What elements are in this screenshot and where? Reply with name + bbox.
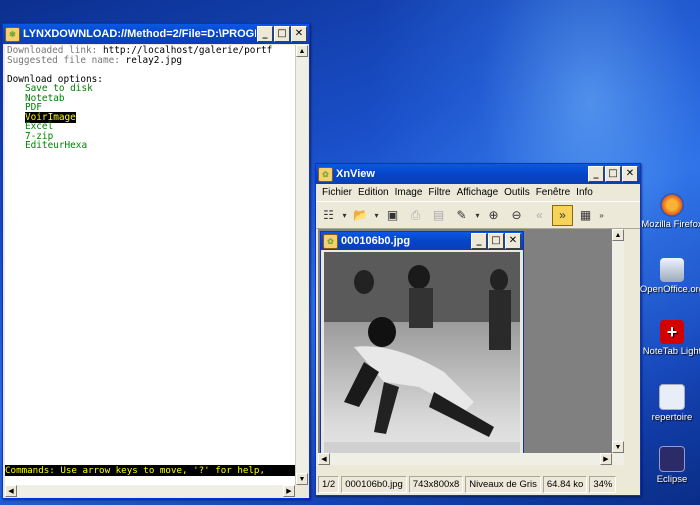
maximize-button[interactable]: □ [274,26,290,42]
scroll-down-icon[interactable]: ▼ [612,441,624,453]
option-notetab[interactable]: Notetab [7,93,293,104]
suggested-name-label: Suggested file name: [7,54,120,66]
eclipse-icon [659,446,685,472]
scroll-left-icon[interactable]: ◀ [5,485,17,497]
fullscreen-icon[interactable]: ▣ [382,205,403,226]
adjust-icon[interactable]: ✎ [451,205,472,226]
maximize-button[interactable]: □ [605,166,621,182]
lynx-app-icon: ✱ [5,26,20,42]
minimize-button[interactable]: _ [471,233,487,249]
scroll-right-icon[interactable]: ▶ [600,453,612,465]
xnview-statusbar: 1/2 000106b0.jpg 743x800x8 Niveaux de Gr… [318,476,636,493]
image-child-window: ✿ 000106b0.jpg _ □ ✕ [320,231,524,465]
scroll-left-icon[interactable]: ◀ [318,453,330,465]
desktop-icon-repertoire[interactable]: repertoire [637,384,700,423]
mdi-horizontal-scrollbar[interactable]: ◀ ▶ [318,453,612,465]
menu-image[interactable]: Image [392,187,426,198]
xnview-window: ✿ XnView _ □ ✕ Fichier Edition Image Fil… [315,163,641,496]
minimize-button[interactable]: _ [588,166,604,182]
status-filesize: 64.84 ko [542,476,588,493]
notetab-icon: + [660,320,684,344]
status-dimensions: 743x800x8 [408,476,464,493]
desktop-icon-openoffice[interactable]: OpenOffice.org [637,258,700,295]
next-icon[interactable]: » [552,204,573,226]
browser-icon[interactable]: ☷ [318,205,339,226]
open-dropdown-icon[interactable]: ▾ [373,211,380,220]
openoffice-icon [660,258,684,282]
xnview-window-title: XnView [336,168,375,180]
status-colormode: Niveaux de Gris [465,476,541,493]
desktop-icon-label: Mozilla Firefox [641,219,700,230]
close-button[interactable]: ✕ [505,233,521,249]
scan-icon[interactable]: ▤ [428,205,449,226]
menu-filtre[interactable]: Filtre [425,187,453,198]
firefox-icon [660,193,684,217]
shortcut-folder-icon [659,384,685,410]
menu-fichier[interactable]: Fichier [319,187,355,198]
lynx-title-bar[interactable]: ✱ LYNXDOWNLOAD://Method=2/File=D:\PROGRA… [3,24,309,44]
status-zoom: 34% [589,476,617,493]
image-file-icon: ✿ [323,233,338,249]
menu-affichage[interactable]: Affichage [454,187,502,198]
image-title-bar[interactable]: ✿ 000106b0.jpg _ □ ✕ [321,232,523,250]
open-folder-icon[interactable]: 📂 [350,205,371,226]
menu-outils[interactable]: Outils [501,187,533,198]
xnview-menubar: Fichier Edition Image Filtre Affichage O… [316,184,640,201]
zoom-out-icon[interactable]: ⊖ [506,205,527,226]
photo-image [324,252,520,460]
previous-icon[interactable]: « [529,205,550,226]
maximize-button[interactable]: □ [488,233,504,249]
info-icon[interactable]: ▦ [575,205,596,226]
lynx-download-window: ✱ LYNXDOWNLOAD://Method=2/File=D:\PROGRA… [2,23,310,499]
option-editeurhexa[interactable]: EditeurHexa [7,141,293,151]
suggested-name-value: relay2.jpg [125,54,182,66]
desktop-icon-eclipse[interactable]: Eclipse [637,446,700,485]
xnview-title-bar[interactable]: ✿ XnView _ □ ✕ [316,164,640,184]
lynx-vertical-scrollbar[interactable]: ▲ ▼ [295,45,308,485]
desktop-icon-firefox[interactable]: Mozilla Firefox [637,193,700,230]
menu-info[interactable]: Info [573,187,596,198]
menu-fenetre[interactable]: Fenêtre [533,187,573,198]
status-page: 1/2 [318,476,340,493]
scroll-up-icon[interactable]: ▲ [296,45,308,57]
close-button[interactable]: ✕ [622,166,638,182]
close-button[interactable]: ✕ [291,26,307,42]
image-window-title: 000106b0.jpg [341,235,411,247]
minimize-button[interactable]: _ [257,26,273,42]
menu-edition[interactable]: Edition [355,187,392,198]
lynx-command-line: Commands: Use arrow keys to move, '?' fo… [5,465,295,476]
scroll-up-icon[interactable]: ▲ [612,229,624,241]
desktop-icon-notetab[interactable]: + NoteTab Light [637,320,700,357]
scroll-right-icon[interactable]: ▶ [283,485,295,497]
xnview-app-icon: ✿ [318,166,333,182]
lynx-window-title: LYNXDOWNLOAD://Method=2/File=D:\PROGRA~1… [23,28,256,40]
xnview-mdi-area: ✿ 000106b0.jpg _ □ ✕ ▲ ▼ ◀ ▶ [318,229,624,465]
desktop-icon-label: Eclipse [656,474,688,485]
status-filename: 000106b0.jpg [341,476,407,493]
adjust-dropdown-icon[interactable]: ▾ [474,211,481,220]
lynx-horizontal-scrollbar[interactable]: ◀ ▶ [5,485,295,497]
zoom-in-icon[interactable]: ⊕ [483,205,504,226]
xnview-toolbar: ☷ ▾ 📂 ▾ ▣ ⎙ ▤ ✎ ▾ ⊕ ⊖ « » ▦ » [316,201,640,229]
mdi-vertical-scrollbar[interactable]: ▲ ▼ [612,229,624,465]
lynx-terminal[interactable]: Downloaded link: http://localhost/galeri… [5,45,295,485]
toolbar-overflow-icon[interactable]: » [598,211,605,220]
browser-dropdown-icon[interactable]: ▾ [341,211,348,220]
desktop-icon-label: OpenOffice.org [639,284,700,295]
scroll-down-icon[interactable]: ▼ [296,473,308,485]
print-icon[interactable]: ⎙ [405,205,426,226]
desktop-icon-label: NoteTab Light [642,346,700,357]
desktop-icon-label: repertoire [651,412,693,423]
